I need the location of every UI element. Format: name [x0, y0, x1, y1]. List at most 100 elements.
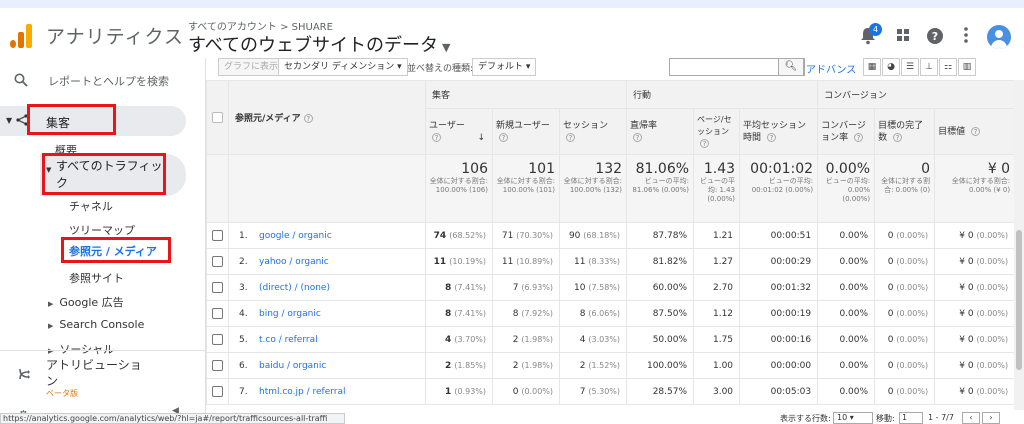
help-icon[interactable]: ? [566, 132, 575, 142]
source-medium-link[interactable]: yahoo / organic [259, 257, 329, 267]
help-icon[interactable]: ? [700, 138, 710, 148]
total-cell: 0.00% ビューの平均: 0.00% (0.00%) [817, 154, 876, 223]
view-selector[interactable]: すべてのウェブサイトのデータ ▼ [188, 31, 451, 57]
row-checkbox[interactable] [212, 386, 223, 397]
sidebar-item-channels[interactable]: チャネル [69, 198, 113, 214]
goto-page-input[interactable]: 1 [899, 412, 923, 424]
prev-page-icon[interactable]: ‹ [962, 412, 980, 424]
cell-percent: (70.30%) [516, 230, 553, 240]
cell-value: ¥ 0 [959, 282, 974, 293]
column-header-goal-value[interactable]: 目標値 ? [934, 108, 1016, 155]
column-header-users[interactable]: ユーザー? ↓ [425, 108, 493, 155]
users-cell: 11 (10.19%) [425, 248, 493, 275]
column-header-bounce-rate[interactable]: 直帰率? [626, 108, 695, 155]
sidebar-item-referrals[interactable]: 参照サイト [69, 270, 124, 286]
source-medium-cell: 1. google / organic [228, 222, 426, 249]
top-strip [0, 0, 1024, 8]
cell-percent: (7.58%) [588, 282, 621, 292]
total-cell: 106 全体に対する割合: 100.00% (106) [425, 154, 493, 223]
total-subtext: ビューの平均: 0.00% (0.00%) [825, 177, 871, 203]
pages-per-session-cell: 1.12 [693, 300, 741, 327]
column-header-avg-session-duration[interactable]: 平均セッション時間 ? [739, 108, 819, 155]
row-checkbox[interactable] [212, 230, 223, 241]
source-medium-link[interactable]: (direct) / (none) [259, 283, 330, 293]
search-label: レポートとヘルプを検索 [48, 75, 169, 88]
cell-value: ¥ 0 [959, 308, 974, 319]
help-icon[interactable]: ? [970, 126, 980, 136]
help-icon[interactable]: ? [766, 132, 776, 142]
total-cell: 00:01:02 ビューの平均: 00:01:02 (0.00%) [739, 154, 819, 223]
cell-percent: (7.41%) [454, 282, 486, 292]
column-header-conversion-rate[interactable]: コンバージョン率 ? [817, 108, 876, 155]
help-icon[interactable]: ? [633, 132, 643, 142]
apps-grid-icon[interactable] [893, 27, 913, 47]
source-medium-link[interactable]: html.co.jp / referral [259, 387, 346, 397]
sessions-cell: 8 (6.06%) [558, 300, 628, 327]
row-select-cell [206, 248, 229, 275]
pivot-view-icon[interactable]: ▥ [958, 58, 976, 76]
table-search-button[interactable]: 🔍︎ [778, 58, 804, 76]
row-checkbox[interactable] [212, 334, 223, 345]
row-checkbox[interactable] [212, 282, 223, 293]
performance-view-icon[interactable]: ☰ [901, 58, 919, 76]
analytics-logo-icon[interactable] [10, 24, 34, 48]
help-icon[interactable]: ? [499, 132, 508, 142]
users-cell: 1 (0.93%) [425, 378, 493, 405]
sidebar-search[interactable]: レポートとヘルプを検索 [0, 64, 206, 96]
cell-percent: (0.00%) [976, 334, 1009, 344]
sidebar-item-attribution[interactable]: アトリビューション ベータ版 [0, 350, 206, 400]
source-medium-link[interactable]: bing / organic [259, 309, 321, 319]
help-icon[interactable]: ? [925, 27, 945, 47]
cell-percent: (0.00%) [896, 360, 929, 370]
new-users-cell: 2 (1.98%) [492, 326, 560, 353]
dimension-header[interactable]: 参照元/メディア? [228, 80, 426, 155]
help-icon[interactable]: ? [303, 114, 313, 123]
column-header-new-users[interactable]: 新規ユーザー? [492, 108, 560, 155]
source-medium-link[interactable]: baidu / organic [259, 361, 326, 371]
column-header-pages-per-session[interactable]: ページ/セッション ? [693, 108, 741, 155]
plot-rows-button[interactable]: グラフに表示 [218, 58, 285, 76]
secondary-dimension-dropdown[interactable]: セカンダリ ディメンション ▾ [278, 58, 408, 76]
help-icon[interactable]: ? [432, 132, 441, 142]
comparison-view-icon[interactable]: ⊥ [920, 58, 938, 76]
sidebar-item-search-console[interactable]: ▶ Search Console [48, 318, 144, 331]
source-medium-link[interactable]: t.co / referral [259, 335, 318, 345]
column-header-goal-completions[interactable]: 目標の完了数 ? [874, 108, 936, 155]
help-icon[interactable]: ? [892, 132, 902, 142]
term-cloud-view-icon[interactable]: ⚏ [939, 58, 957, 76]
row-checkbox[interactable] [212, 256, 223, 267]
pages-per-session-cell: 1.00 [693, 352, 741, 379]
cell-percent: (0.93%) [454, 386, 486, 396]
table-view-icon[interactable]: ▦ [863, 58, 881, 76]
page-scrollbar[interactable] [1014, 80, 1024, 410]
cell-percent: (0.00%) [976, 282, 1009, 292]
select-value: 10 [837, 413, 848, 422]
percentage-view-icon[interactable]: ◕ [882, 58, 900, 76]
row-checkbox[interactable] [212, 360, 223, 371]
table-row: 7. html.co.jp / referral 1 (0.93%) 0 (0.00%… [206, 378, 1016, 405]
total-value: 81.06% [635, 161, 690, 177]
help-icon[interactable]: ? [853, 132, 863, 142]
select-all-checkbox[interactable] [212, 112, 223, 123]
more-vert-icon[interactable] [956, 27, 976, 47]
advanced-filter-link[interactable]: アドバンス [806, 61, 856, 76]
source-medium-link[interactable]: google / organic [259, 231, 332, 241]
cell-value: 1 [444, 386, 452, 397]
row-checkbox[interactable] [212, 308, 223, 319]
account-avatar[interactable] [987, 25, 1011, 49]
next-page-icon[interactable]: › [982, 412, 1000, 424]
sidebar-item-label: アトリビューション [46, 358, 142, 388]
sidebar-item-treemap[interactable]: ツリーマップ [69, 222, 135, 238]
sort-type-dropdown[interactable]: デフォルト ▾ [472, 58, 537, 76]
total-cell: 81.06% ビューの平均: 81.06% (0.00%) [626, 154, 695, 223]
bounce-rate-cell: 81.82% [626, 248, 695, 275]
column-header-sessions[interactable]: セッション? [558, 108, 628, 155]
cell-percent: (1.52%) [588, 360, 621, 370]
sidebar-item-google-ads[interactable]: ▶ Google 広告 [48, 294, 124, 310]
source-medium-cell: 6. baidu / organic [228, 352, 426, 379]
bounce-rate-cell: 87.50% [626, 300, 695, 327]
goal-completions-cell: 0 (0.00%) [874, 378, 936, 405]
scrollbar-thumb[interactable] [1016, 230, 1022, 370]
rows-per-page-select[interactable]: 10 ▾ [833, 412, 873, 424]
avg-duration-cell: 00:00:29 [739, 248, 819, 275]
